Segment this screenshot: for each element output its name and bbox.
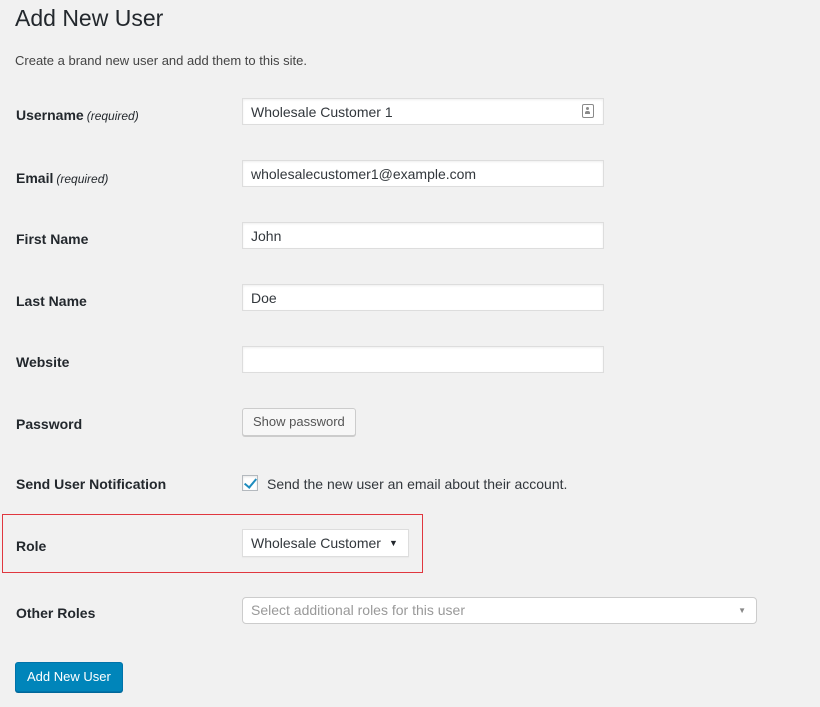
chevron-down-icon: ▼	[388, 538, 398, 548]
password-label: Password	[16, 416, 83, 432]
website-field[interactable]	[242, 346, 604, 373]
role-selected-value: Wholesale Customer	[251, 535, 381, 551]
last-name-label: Last Name	[16, 293, 87, 309]
role-label: Role	[16, 538, 47, 554]
email-required-tag: (required)	[56, 172, 109, 186]
page-title: Add New User	[15, 5, 164, 31]
other-roles-placeholder: Select additional roles for this user	[251, 602, 465, 618]
send-notification-label: Send User Notification	[16, 476, 167, 492]
username-label: Username (required)	[16, 105, 139, 126]
username-required-tag: (required)	[86, 109, 139, 123]
username-label-text: Username	[16, 107, 84, 123]
other-roles-select[interactable]: Select additional roles for this user ▼	[242, 597, 757, 624]
email-label: Email (required)	[16, 168, 108, 189]
chevron-down-icon: ▼	[738, 606, 746, 615]
page-description: Create a brand new user and add them to …	[15, 53, 307, 68]
show-password-button[interactable]: Show password	[242, 408, 356, 436]
role-select[interactable]: Wholesale Customer ▼	[242, 529, 409, 557]
add-new-user-page: Add New User Create a brand new user and…	[0, 0, 820, 707]
email-label-text: Email	[16, 170, 54, 186]
website-label: Website	[16, 354, 70, 370]
first-name-field[interactable]	[242, 222, 604, 249]
email-field[interactable]	[242, 160, 604, 187]
first-name-label: First Name	[16, 231, 89, 247]
send-notification-checkbox-label[interactable]: Send the new user an email about their a…	[267, 474, 567, 494]
other-roles-label: Other Roles	[16, 605, 96, 621]
send-notification-checkbox[interactable]	[242, 475, 258, 491]
last-name-field[interactable]	[242, 284, 604, 311]
add-new-user-button[interactable]: Add New User	[15, 662, 123, 692]
checkmark-icon	[243, 475, 258, 489]
contact-card-icon[interactable]	[582, 104, 594, 118]
username-field[interactable]	[242, 98, 604, 125]
